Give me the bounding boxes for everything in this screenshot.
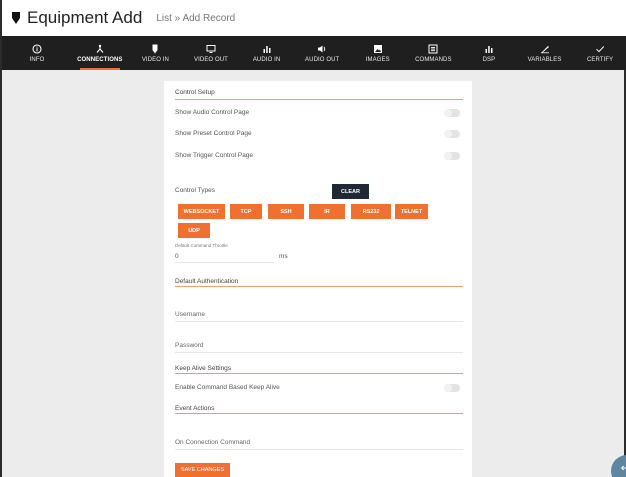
tab-label: CERTIFY — [587, 56, 614, 63]
video-out-icon — [206, 44, 216, 53]
username-field[interactable]: Username — [175, 311, 463, 318]
throttle-unit: ms — [279, 253, 288, 260]
throttle-input[interactable]: 0 — [175, 253, 275, 260]
keep-alive-title: Keep Alive Settings — [175, 365, 232, 372]
variables-icon — [540, 45, 549, 53]
breadcrumb[interactable]: List » Add Record — [156, 13, 235, 24]
show-trigger-toggle[interactable] — [444, 152, 460, 160]
audio-out-icon — [318, 45, 326, 52]
control-types-label: Control Types — [175, 187, 215, 194]
images-icon — [373, 44, 382, 53]
page-header: Equipment Add List » Add Record — [2, 0, 626, 36]
tab-images[interactable]: IMAGES — [350, 36, 406, 70]
tab-bar: INFO CONNECTIONS VIDEO IN VIDEO OUT AUDI… — [2, 36, 626, 70]
show-preset-label: Show Preset Control Page — [175, 130, 252, 137]
tab-label: IMAGES — [365, 56, 390, 63]
keep-alive-label: Enable Command Based Keep Alive — [175, 384, 280, 391]
type-websocket-button[interactable]: WEBSOCKET — [178, 204, 225, 219]
back-fab-button[interactable] — [611, 455, 626, 477]
keep-alive-toggle[interactable] — [444, 384, 460, 392]
checkmark-icon — [596, 45, 605, 52]
audio-in-icon — [263, 45, 271, 53]
tab-variables[interactable]: VARIABLES — [517, 36, 573, 70]
tab-audio-out[interactable]: AUDIO OUT — [294, 36, 350, 70]
auth-title: Default Authentication — [175, 278, 239, 285]
type-ir-button[interactable]: IR — [309, 204, 345, 219]
password-underline — [175, 352, 463, 353]
show-audio-toggle[interactable] — [444, 109, 460, 117]
type-rs232-button[interactable]: RS232 — [351, 204, 391, 219]
page-title: Equipment Add — [27, 8, 143, 27]
section-divider — [175, 373, 463, 374]
event-actions-title: Event Actions — [175, 405, 215, 412]
connections-icon — [96, 44, 104, 53]
type-ssh-button[interactable]: SSH — [268, 204, 304, 219]
tab-label: VARIABLES — [527, 56, 562, 63]
dsp-icon — [485, 45, 493, 53]
show-trigger-label: Show Trigger Control Page — [175, 152, 254, 159]
tab-audio-in[interactable]: AUDIO IN — [239, 36, 295, 70]
tab-label: CONNECTIONS — [77, 56, 123, 63]
tab-label: INFO — [29, 56, 45, 63]
arrow-left-icon — [620, 465, 626, 471]
tab-info[interactable]: INFO — [2, 36, 72, 70]
tab-label: VIDEO OUT — [194, 56, 228, 63]
show-audio-label: Show Audio Control Page — [175, 109, 250, 116]
tab-label: AUDIO IN — [252, 56, 281, 63]
section-divider — [175, 99, 463, 100]
section-divider — [175, 286, 463, 287]
control-setup-title: Control Setup — [175, 89, 215, 96]
tab-certify[interactable]: CERTIFY — [572, 36, 626, 70]
equipment-icon — [10, 11, 21, 25]
tab-label: AUDIO OUT — [305, 56, 340, 63]
throttle-label: Default Command Throttle — [175, 243, 228, 248]
info-icon — [32, 43, 42, 54]
video-in-icon — [152, 44, 158, 53]
tab-video-in[interactable]: VIDEO IN — [128, 36, 184, 70]
tab-commands[interactable]: COMMANDS — [406, 36, 462, 70]
show-preset-toggle[interactable] — [444, 130, 460, 138]
save-changes-button[interactable]: SAVE CHANGES — [175, 463, 230, 477]
tab-label: DSP — [482, 56, 496, 63]
app-frame: Equipment Add List » Add Record INFO CON… — [0, 0, 626, 477]
type-udp-button[interactable]: UDP — [178, 223, 210, 238]
section-divider — [175, 413, 463, 414]
tab-connections[interactable]: CONNECTIONS — [72, 36, 128, 70]
on-connection-underline — [175, 449, 463, 450]
type-telnet-button[interactable]: TELNET — [395, 204, 428, 219]
tab-label: COMMANDS — [415, 56, 452, 63]
clear-button[interactable]: CLEAR — [332, 184, 369, 199]
type-tcp-button[interactable]: TCP — [230, 204, 262, 219]
username-underline — [175, 321, 463, 322]
tab-label: VIDEO IN — [141, 56, 169, 63]
commands-icon — [428, 44, 438, 53]
form-panel: Control Setup Show Audio Control Page Sh… — [164, 81, 472, 477]
tab-video-out[interactable]: VIDEO OUT — [183, 36, 239, 70]
on-connection-field[interactable]: On Connection Command — [175, 439, 463, 446]
tab-dsp[interactable]: DSP — [461, 36, 517, 70]
password-field[interactable]: Password — [175, 342, 463, 349]
throttle-underline — [175, 262, 274, 263]
